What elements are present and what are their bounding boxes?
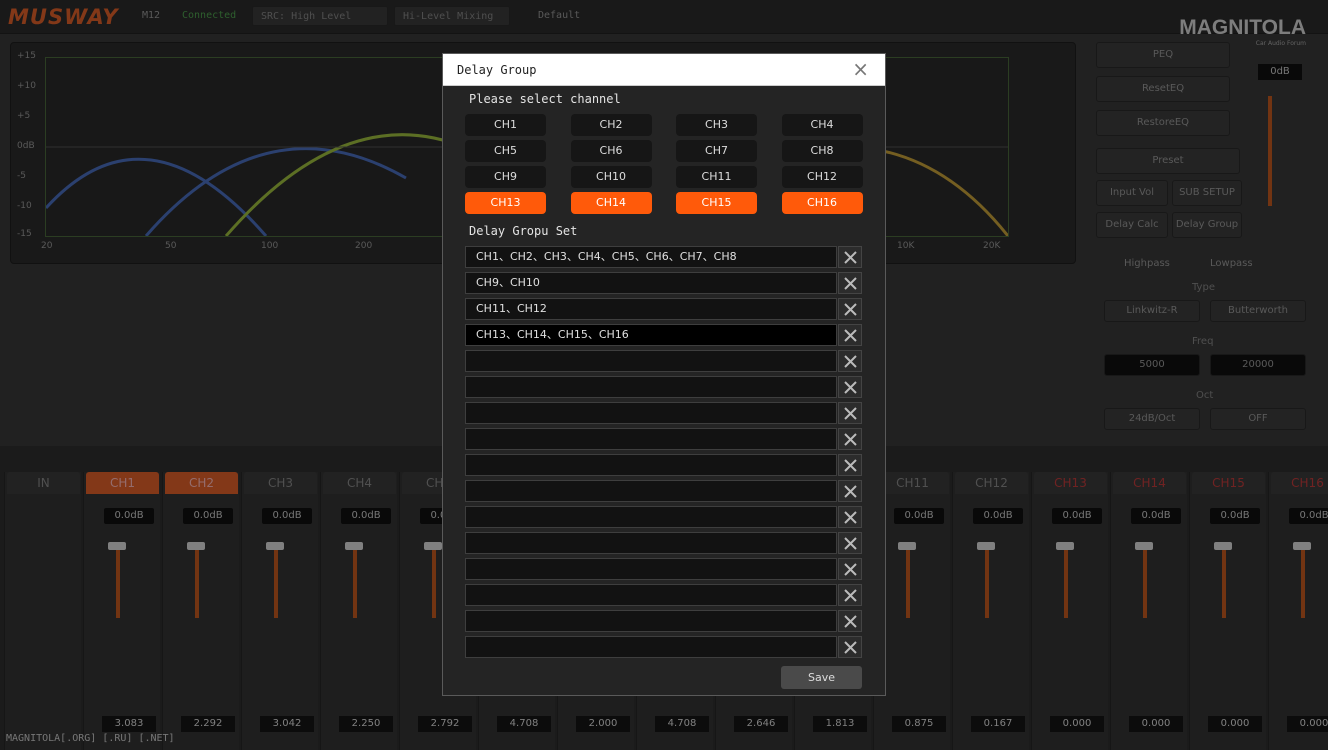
group-field[interactable] xyxy=(465,454,837,476)
close-icon[interactable]: × xyxy=(852,58,869,80)
group-field[interactable]: CH13、CH14、CH15、CH16 xyxy=(465,324,837,346)
channel-button-ch9[interactable]: CH9 xyxy=(465,166,546,188)
remove-group-icon[interactable] xyxy=(838,272,862,294)
remove-group-icon[interactable] xyxy=(838,376,862,398)
channel-button-ch13[interactable]: CH13 xyxy=(465,192,546,214)
group-row xyxy=(465,428,863,450)
group-field[interactable] xyxy=(465,636,837,658)
group-field[interactable] xyxy=(465,584,837,606)
group-row xyxy=(465,584,863,606)
channel-button-ch8[interactable]: CH8 xyxy=(781,140,863,162)
group-field[interactable] xyxy=(465,532,837,554)
channel-button-ch1[interactable]: CH1 xyxy=(465,114,546,136)
group-set-heading: Delay Gropu Set xyxy=(469,224,578,238)
group-field[interactable] xyxy=(465,558,837,580)
group-row xyxy=(465,376,863,398)
remove-group-icon[interactable] xyxy=(838,246,862,268)
group-field[interactable] xyxy=(465,428,837,450)
channel-button-ch3[interactable]: CH3 xyxy=(676,114,757,136)
remove-group-icon[interactable] xyxy=(838,428,862,450)
group-row: CH1、CH2、CH3、CH4、CH5、CH6、CH7、CH8 xyxy=(465,246,863,268)
channel-button-ch12[interactable]: CH12 xyxy=(781,166,863,188)
remove-group-icon[interactable] xyxy=(838,558,862,580)
group-field[interactable] xyxy=(465,376,837,398)
channel-button-ch4[interactable]: CH4 xyxy=(781,114,863,136)
delay-group-dialog: Delay Group × Please select channel CH1 C… xyxy=(442,53,886,696)
group-row xyxy=(465,532,863,554)
group-row xyxy=(465,558,863,580)
remove-group-icon[interactable] xyxy=(838,350,862,372)
group-field[interactable]: CH9、CH10 xyxy=(465,272,837,294)
group-row xyxy=(465,402,863,424)
group-row xyxy=(465,610,863,632)
group-row: CH13、CH14、CH15、CH16 xyxy=(465,324,863,346)
remove-group-icon[interactable] xyxy=(838,584,862,606)
dialog-header: Delay Group × xyxy=(443,54,885,86)
remove-group-icon[interactable] xyxy=(838,506,862,528)
group-row: CH9、CH10 xyxy=(465,272,863,294)
remove-group-icon[interactable] xyxy=(838,324,862,346)
channel-button-ch14[interactable]: CH14 xyxy=(570,192,652,214)
group-field[interactable] xyxy=(465,506,837,528)
group-field[interactable]: CH11、CH12 xyxy=(465,298,837,320)
remove-group-icon[interactable] xyxy=(838,454,862,476)
remove-group-icon[interactable] xyxy=(838,298,862,320)
dialog-title: Delay Group xyxy=(457,63,537,77)
group-field[interactable] xyxy=(465,402,837,424)
channel-button-ch6[interactable]: CH6 xyxy=(570,140,652,162)
remove-group-icon[interactable] xyxy=(838,480,862,502)
group-row xyxy=(465,480,863,502)
group-field[interactable] xyxy=(465,480,837,502)
remove-group-icon[interactable] xyxy=(838,532,862,554)
group-row xyxy=(465,454,863,476)
channel-button-ch15[interactable]: CH15 xyxy=(676,192,757,214)
channel-button-ch10[interactable]: CH10 xyxy=(570,166,652,188)
remove-group-icon[interactable] xyxy=(838,402,862,424)
group-row xyxy=(465,350,863,372)
group-field[interactable] xyxy=(465,610,837,632)
group-row: CH11、CH12 xyxy=(465,298,863,320)
group-row xyxy=(465,506,863,528)
group-row xyxy=(465,636,863,658)
channel-button-ch16[interactable]: CH16 xyxy=(781,192,863,214)
select-channel-heading: Please select channel xyxy=(469,92,621,106)
save-button[interactable]: Save xyxy=(781,666,862,689)
remove-group-icon[interactable] xyxy=(838,610,862,632)
channel-button-ch5[interactable]: CH5 xyxy=(465,140,546,162)
remove-group-icon[interactable] xyxy=(838,636,862,658)
group-field[interactable]: CH1、CH2、CH3、CH4、CH5、CH6、CH7、CH8 xyxy=(465,246,837,268)
channel-button-ch11[interactable]: CH11 xyxy=(676,166,757,188)
channel-button-ch7[interactable]: CH7 xyxy=(676,140,757,162)
channel-button-ch2[interactable]: CH2 xyxy=(570,114,652,136)
group-field[interactable] xyxy=(465,350,837,372)
